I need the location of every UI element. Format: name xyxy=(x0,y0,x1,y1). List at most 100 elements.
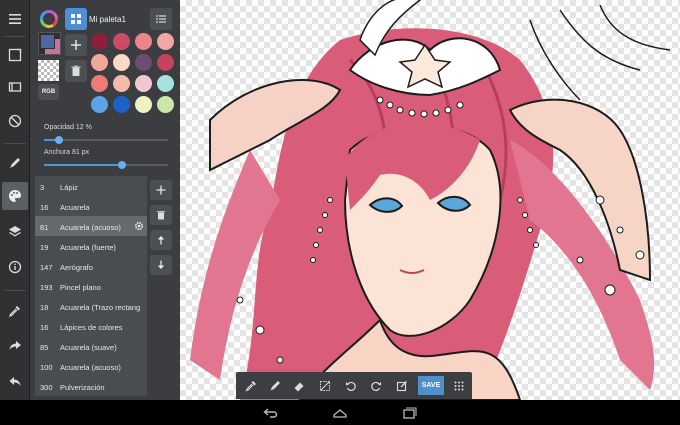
palette-swatch[interactable] xyxy=(157,75,174,92)
add-brush-button[interactable] xyxy=(150,180,172,200)
brush-list-item[interactable]: 85 Acuarela (suave) xyxy=(35,336,147,357)
stabilizer-button[interactable] xyxy=(0,107,30,135)
opacity-slider[interactable] xyxy=(44,136,168,144)
system-home-button[interactable] xyxy=(331,405,349,420)
system-recents-button[interactable] xyxy=(400,405,418,420)
delete-color-button[interactable] xyxy=(65,60,87,82)
brush-settings-icon[interactable] xyxy=(134,221,144,231)
material-button[interactable] xyxy=(0,253,30,281)
back-arrow-icon xyxy=(263,407,278,418)
select-icon xyxy=(8,48,22,62)
palette-tool-button[interactable] xyxy=(2,182,28,210)
palette-swatch[interactable] xyxy=(157,33,174,50)
brush-list-item[interactable]: 147 Aerógrafo xyxy=(35,256,147,277)
transform-button[interactable] xyxy=(316,377,334,395)
brush-size: 16 xyxy=(40,203,49,212)
palette-swatch[interactable] xyxy=(135,75,152,92)
share-button[interactable] xyxy=(0,331,30,359)
palette-swatch[interactable] xyxy=(113,33,130,50)
selection-tool-button[interactable] xyxy=(0,41,30,69)
edit-button[interactable] xyxy=(393,377,411,395)
brush-size: 147 xyxy=(40,263,53,272)
brush-list-item[interactable]: 81 Acuarela (acuoso) xyxy=(35,216,147,237)
brush-list-item[interactable]: 16 Acuarela xyxy=(35,196,147,217)
menu-button[interactable] xyxy=(0,5,30,33)
rotate-left-icon xyxy=(346,381,356,392)
undo-button[interactable] xyxy=(0,367,30,395)
rail-divider xyxy=(4,290,26,291)
brush-name: Lápices de colores xyxy=(60,323,123,332)
share-icon xyxy=(9,341,21,350)
width-slider-knob[interactable] xyxy=(118,161,127,169)
brush-list-item[interactable]: 3 Lápiz xyxy=(35,176,147,197)
brush-list-item[interactable]: 18 Acuarela (Trazo rectang... xyxy=(35,296,147,317)
palette-swatch[interactable] xyxy=(113,75,130,92)
tool-rail xyxy=(0,0,30,400)
brush-name: Acuarela xyxy=(60,203,90,212)
rotate-left-button[interactable] xyxy=(342,377,360,395)
palette-swatch[interactable] xyxy=(91,96,108,113)
move-brush-down-button[interactable] xyxy=(150,255,172,275)
brush-list[interactable]: 3 Lápiz 16 Acuarela 81 Acuarela (acuoso) 19 Acu… xyxy=(35,176,147,397)
eyedropper-rail-button[interactable] xyxy=(0,297,30,325)
rgb-mode-button[interactable]: RGB xyxy=(38,84,59,100)
brush-list-item[interactable]: 100 Acuarela (acuoso) xyxy=(35,356,147,377)
palette-swatch[interactable] xyxy=(91,54,108,71)
palette-swatch[interactable] xyxy=(91,75,108,92)
palette-swatch[interactable] xyxy=(91,33,108,50)
layers-button[interactable] xyxy=(0,218,30,246)
color-wheel-icon xyxy=(40,10,58,28)
palette-swatch[interactable] xyxy=(135,33,152,50)
more-menu-button[interactable] xyxy=(450,377,468,395)
brush-size: 100 xyxy=(40,363,53,372)
brush-list-item[interactable]: 16 Lápices de colores xyxy=(35,316,147,337)
palette-swatch[interactable] xyxy=(135,54,152,71)
palette-name[interactable]: Mi paleta1 xyxy=(89,15,126,24)
move-brush-up-button[interactable] xyxy=(150,230,172,250)
current-color-chip[interactable] xyxy=(38,32,61,55)
brush-name: Acuarela (acuoso) xyxy=(60,363,121,372)
brush-list-item[interactable]: 19 Acuarela (fuerte) xyxy=(35,236,147,257)
eraser-tool-button[interactable] xyxy=(0,73,30,101)
palette-swatch[interactable] xyxy=(157,96,174,113)
brush-size: 81 xyxy=(40,223,49,232)
undo-icon xyxy=(9,377,21,386)
drawing-canvas[interactable] xyxy=(180,0,680,400)
edit-icon xyxy=(396,381,407,392)
brush-tool-button[interactable] xyxy=(0,149,30,177)
trash-icon xyxy=(157,211,165,220)
pen-icon xyxy=(270,381,280,391)
width-slider[interactable] xyxy=(44,161,168,169)
delete-brush-button[interactable] xyxy=(150,205,172,225)
eraser-rail-icon xyxy=(8,82,22,92)
primary-color xyxy=(40,34,55,49)
menu-icon xyxy=(9,14,21,24)
eraser-button[interactable] xyxy=(290,377,308,395)
opacity-slider-knob[interactable] xyxy=(54,136,63,144)
transparent-color-chip[interactable] xyxy=(38,60,59,81)
palette-mode-button[interactable] xyxy=(65,8,87,30)
color-wheel-button[interactable] xyxy=(38,8,60,30)
palette-icon xyxy=(9,190,21,202)
brush-size: 300 xyxy=(40,383,53,392)
system-back-button[interactable] xyxy=(262,405,280,420)
palette-swatch[interactable] xyxy=(113,96,130,113)
brush-list-item[interactable]: 193 Pincel plano xyxy=(35,276,147,297)
pen-button[interactable] xyxy=(266,377,284,395)
palette-swatch[interactable] xyxy=(157,54,174,71)
artwork-illustration xyxy=(190,0,671,400)
grid-icon xyxy=(454,381,464,391)
save-button[interactable]: SAVE xyxy=(418,376,444,395)
rotate-right-button[interactable] xyxy=(367,377,385,395)
brush-color-panel: Mi paleta1 RGB Opacidad 12 % Anchura 81 … xyxy=(30,0,180,400)
add-color-button[interactable] xyxy=(65,34,87,56)
canvas-toolbar: SAVE xyxy=(236,372,472,399)
palette-list-button[interactable] xyxy=(150,8,172,30)
palette-swatch[interactable] xyxy=(135,96,152,113)
plus-icon xyxy=(71,40,81,50)
plus-icon xyxy=(156,185,166,195)
palette-swatch[interactable] xyxy=(113,54,130,71)
brush-list-item[interactable]: 300 Pulverización xyxy=(35,376,147,397)
arrow-down-icon xyxy=(157,260,165,269)
eyedropper-button[interactable] xyxy=(242,377,260,395)
